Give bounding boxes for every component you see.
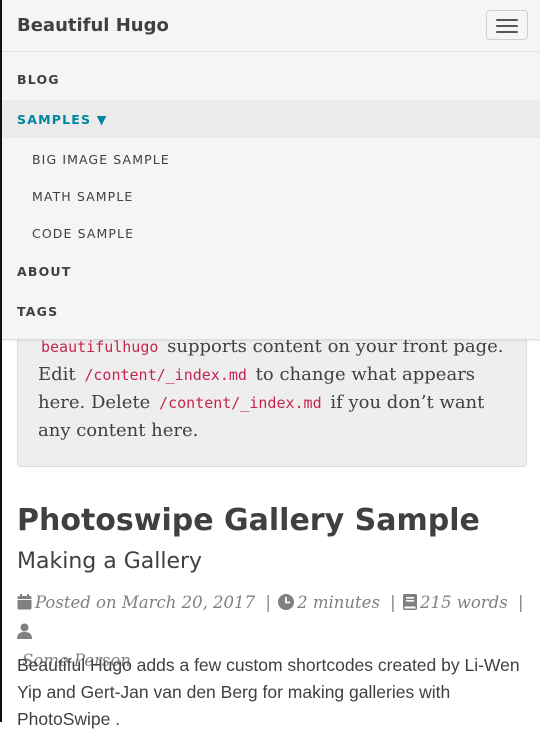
navbar: Beautiful Hugo (2, 0, 540, 52)
nav-item-samples[interactable]: SAMPLES ▼ (2, 100, 540, 138)
nav-item-tags[interactable]: TAGS (2, 292, 540, 330)
menu-toggle-button[interactable] (486, 10, 528, 40)
post-title-link[interactable]: Photoswipe Gallery Sample (17, 503, 480, 538)
clock-icon (278, 591, 295, 618)
post-date: Posted on March 20, 2017 (35, 593, 256, 612)
word-count: 215 words (419, 593, 508, 612)
book-icon (402, 591, 417, 618)
user-icon (17, 620, 32, 647)
window-edge (0, 0, 2, 722)
nav-menu: BLOG SAMPLES ▼ BIG IMAGE SAMPLE MATH SAM… (2, 52, 540, 340)
reading-time: 2 minutes (297, 593, 380, 612)
nav-item-label: BLOG (17, 72, 60, 87)
calendar-icon (17, 591, 32, 618)
inline-code: beautifulhugo (41, 338, 159, 356)
nav-item-label: ABOUT (17, 264, 72, 279)
nav-item-about[interactable]: ABOUT (2, 252, 540, 290)
inline-code: /content/_index.md (84, 366, 247, 384)
post-excerpt: Beautiful Hugo adds a few custom shortco… (17, 655, 520, 729)
nav-subitem-big-image-sample[interactable]: BIG IMAGE SAMPLE (32, 152, 170, 167)
nav-item-blog[interactable]: BLOG (2, 60, 540, 98)
nav-subitem-code-sample[interactable]: CODE SAMPLE (32, 226, 134, 241)
nav-item-label: SAMPLES ▼ (17, 112, 108, 127)
nav-subitem-math-sample[interactable]: MATH SAMPLE (32, 189, 133, 204)
intro-text: beautifulhugo supports content on your f… (38, 336, 504, 441)
site-brand-link[interactable]: Beautiful Hugo (17, 15, 169, 36)
post-subtitle: Making a Gallery (17, 549, 203, 574)
inline-code: /content/_index.md (159, 394, 322, 412)
nav-item-label: TAGS (17, 304, 59, 319)
